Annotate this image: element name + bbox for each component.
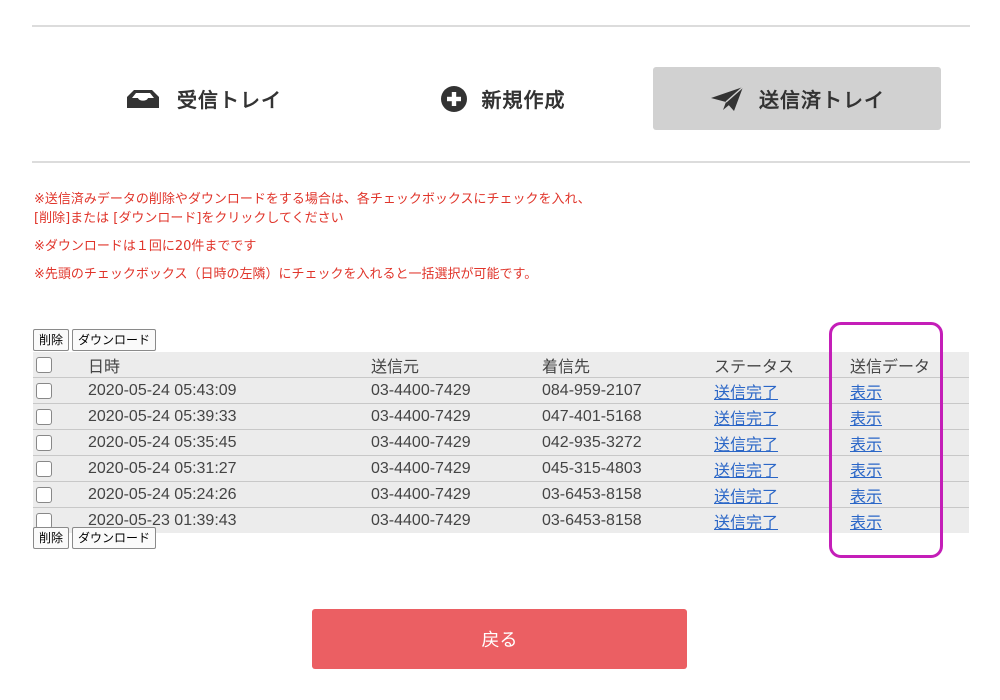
header-datetime: 日時: [88, 352, 371, 378]
cell-from: 03-4400-7429: [371, 429, 542, 456]
table-row: 2020-05-24 05:39:33 03-4400-7429 047-401…: [33, 403, 969, 430]
table-row: 2020-05-24 05:43:09 03-4400-7429 084-959…: [33, 377, 969, 404]
view-data-link[interactable]: 表示: [850, 385, 882, 402]
header-status: ステータス: [714, 352, 850, 378]
paper-plane-icon: [709, 85, 745, 113]
download-button-bottom[interactable]: ダウンロード: [72, 527, 157, 549]
tab-new[interactable]: 新規作成: [360, 67, 645, 130]
cell-datetime: 2020-05-24 05:31:27: [88, 455, 371, 482]
table-row: 2020-05-24 05:24:26 03-4400-7429 03-6453…: [33, 481, 969, 508]
tab-inbox-label: 受信トレイ: [177, 88, 282, 112]
plus-circle-icon: [440, 85, 468, 113]
status-link[interactable]: 送信完了: [714, 489, 778, 506]
header-to: 着信先: [542, 352, 714, 378]
view-data-link[interactable]: 表示: [850, 515, 882, 532]
cell-to: 084-959-2107: [542, 377, 714, 404]
back-button[interactable]: 戻る: [312, 609, 687, 669]
cell-datetime: 2020-05-24 05:39:33: [88, 403, 371, 430]
cell-to: 045-315-4803: [542, 455, 714, 482]
tab-sent[interactable]: 送信済トレイ: [653, 67, 941, 130]
cell-from: 03-4400-7429: [371, 403, 542, 430]
view-data-link[interactable]: 表示: [850, 463, 882, 480]
download-button-top[interactable]: ダウンロード: [72, 329, 157, 351]
cell-from: 03-4400-7429: [371, 481, 542, 508]
view-data-link[interactable]: 表示: [850, 411, 882, 428]
instructions: ※送信済みデータの削除やダウンロードをする場合は、各チェックボックスにチェックを…: [34, 190, 591, 293]
cell-from: 03-4400-7429: [371, 455, 542, 482]
row-checkbox[interactable]: [36, 382, 52, 399]
status-link[interactable]: 送信完了: [714, 385, 778, 402]
cell-datetime: 2020-05-24 05:24:26: [88, 481, 371, 508]
table-header-row: 日時 送信元 着信先 ステータス 送信データ: [33, 352, 969, 378]
cell-from: 03-4400-7429: [371, 511, 471, 529]
instruction-3: ※先頭のチェックボックス（日時の左隣）にチェックを入れると一括選択が可能です。: [34, 267, 538, 282]
view-data-link[interactable]: 表示: [850, 489, 882, 506]
delete-button-bottom[interactable]: 削除: [33, 527, 70, 549]
bottom-actions: 削除 ダウンロード: [33, 527, 157, 549]
table-row: 2020-05-23 01:39:43 03-4400-7429 03-6453…: [33, 508, 969, 534]
row-checkbox[interactable]: [36, 486, 52, 503]
status-link[interactable]: 送信完了: [714, 515, 778, 532]
cell-datetime: 2020-05-24 05:43:09: [88, 377, 371, 404]
header-from: 送信元: [371, 352, 542, 378]
cell-to: 042-935-3272: [542, 429, 714, 456]
nav-divider: [32, 161, 970, 163]
cell-from: 03-4400-7429: [371, 377, 542, 404]
instruction-1b: [削除]または [ダウンロード]をクリックしてください: [34, 211, 344, 226]
status-link[interactable]: 送信完了: [714, 411, 778, 428]
table-row: 2020-05-24 05:35:45 03-4400-7429 042-935…: [33, 429, 969, 456]
tab-inbox[interactable]: 受信トレイ: [60, 67, 345, 130]
delete-button-top[interactable]: 削除: [33, 329, 70, 351]
tab-sent-label: 送信済トレイ: [759, 88, 885, 112]
sent-table: 日時 送信元 着信先 ステータス 送信データ 2020-05-24 05:43:…: [33, 352, 969, 533]
top-actions: 削除 ダウンロード: [33, 329, 157, 351]
instruction-2: ※ダウンロードは１回に20件までです: [34, 239, 257, 254]
view-data-link[interactable]: 表示: [850, 437, 882, 454]
status-link[interactable]: 送信完了: [714, 437, 778, 454]
cell-to: 03-6453-8158: [542, 511, 642, 529]
header-data: 送信データ: [850, 352, 969, 378]
row-checkbox[interactable]: [36, 408, 52, 425]
row-checkbox[interactable]: [36, 434, 52, 451]
inbox-icon: [123, 88, 163, 110]
instruction-1a: ※送信済みデータの削除やダウンロードをする場合は、各チェックボックスにチェックを…: [34, 192, 591, 207]
cell-to: 03-6453-8158: [542, 481, 714, 508]
row-checkbox[interactable]: [36, 460, 52, 477]
cell-datetime: 2020-05-24 05:35:45: [88, 429, 371, 456]
tab-new-label: 新規作成: [481, 88, 566, 112]
cell-to: 047-401-5168: [542, 403, 714, 430]
instruction-1: ※送信済みデータの削除やダウンロードをする場合は、各チェックボックスにチェックを…: [34, 190, 591, 228]
table-row: 2020-05-24 05:31:27 03-4400-7429 045-315…: [33, 455, 969, 482]
status-link[interactable]: 送信完了: [714, 463, 778, 480]
select-all-checkbox[interactable]: [36, 356, 52, 373]
top-divider: [32, 25, 970, 27]
